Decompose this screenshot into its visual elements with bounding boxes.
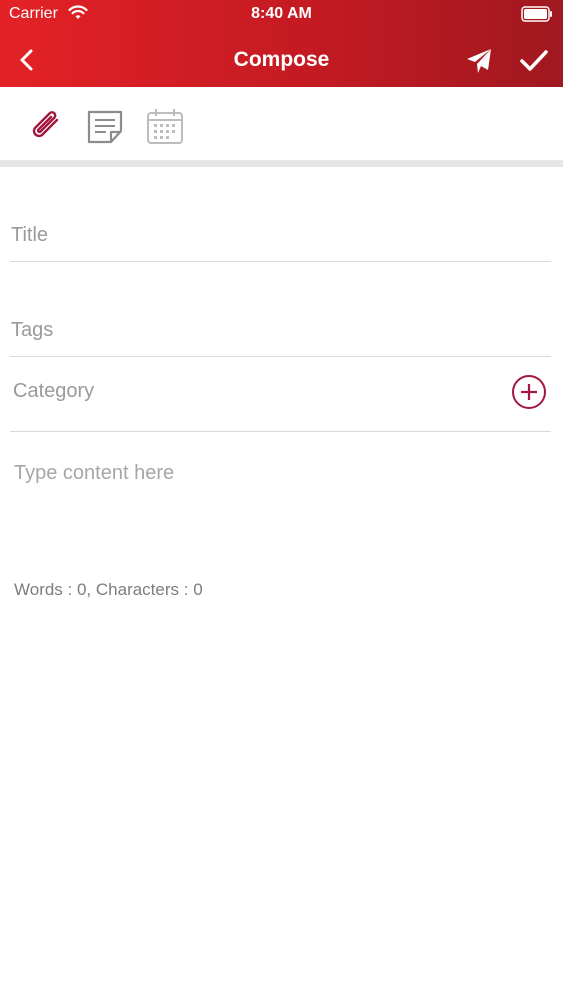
compose-toolbar (0, 87, 563, 160)
status-time: 8:40 AM (251, 5, 312, 22)
tags-field[interactable]: Tags (11, 319, 53, 342)
category-field[interactable]: Category (13, 380, 94, 403)
toolbar-divider (0, 160, 563, 167)
calendar-icon[interactable] (145, 107, 185, 147)
paper-plane-icon[interactable] (464, 46, 494, 76)
tags-underline (10, 356, 551, 357)
status-bar: Carrier 8:40 AM (0, 0, 563, 30)
word-count-label: Words : 0, Characters : 0 (14, 580, 203, 599)
title-field[interactable]: Title (11, 224, 48, 247)
app-header: Carrier 8:40 AM Compose (0, 0, 563, 87)
note-icon[interactable] (85, 107, 125, 147)
title-underline (10, 261, 551, 262)
category-underline (10, 431, 551, 432)
paperclip-icon[interactable] (26, 107, 66, 147)
content-textarea[interactable]: Type content here (14, 462, 174, 485)
plus-circle-icon[interactable] (511, 374, 547, 410)
navigation-bar: Compose (0, 36, 563, 86)
checkmark-icon[interactable] (518, 46, 550, 76)
battery-icon (521, 6, 552, 22)
